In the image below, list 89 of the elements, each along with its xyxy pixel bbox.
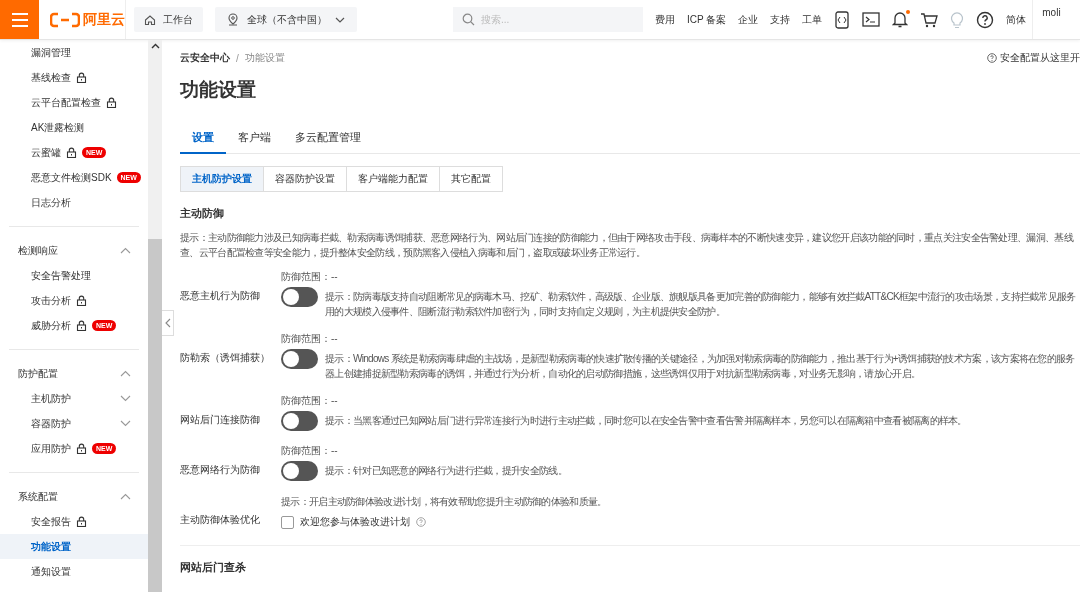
location-icon xyxy=(227,13,239,26)
tab[interactable]: 设置 xyxy=(180,126,226,154)
scrollbar[interactable] xyxy=(148,40,162,592)
logo-icon xyxy=(50,11,80,28)
language-link[interactable]: 简体 xyxy=(1000,12,1033,27)
sidebar-item[interactable]: 云平台配置检查 xyxy=(0,90,148,115)
hint-text: 提示：防病毒版支持自动阻断常见的病毒木马、挖矿、勒索软件，高级版、企业版、旗舰版具备更加完善的防御能力，能够有效拦截ATT&CK框架中流行的攻击场景，支持拦截常见服务 xyxy=(325,290,1076,304)
setting-label: 恶意网络行为防御 xyxy=(180,463,261,477)
sidebar-item[interactable]: 漏洞管理 xyxy=(0,40,148,65)
nav-link[interactable]: 企业 xyxy=(732,12,765,27)
sidebar-section-header[interactable]: 系统配置 xyxy=(0,484,148,509)
user-name[interactable]: moli xyxy=(1042,7,1061,18)
segment-tab[interactable]: 容器防护设置 xyxy=(263,167,346,191)
workbench-button[interactable]: 工作台 xyxy=(134,7,203,32)
toggle-switch[interactable] xyxy=(281,411,318,431)
lock-icon xyxy=(76,320,87,331)
hint-text: 提示：主动防御能力涉及已知病毒拦截、勒索病毒诱饵捕获、恶意网络行为、网站后门连接的防御能力，但由于网络攻击手段、病毒样本的不断快速变异，建议您开启该功能的同时，重点关注安全告警处理、漏洞、基线 xyxy=(180,231,1075,245)
hint-text: 器上创建捕捉新型勒索病毒的诱饵，并通过行为分析，自动化的启动防御措施，这些诱饵仅用于对抗新型勒索病毒，对业务无影响，请放心开启。 xyxy=(325,367,922,381)
lock-icon xyxy=(76,295,87,306)
mobile-icon[interactable] xyxy=(834,10,851,29)
notifications-button[interactable] xyxy=(892,11,909,28)
scope-text: 防御范围：-- xyxy=(281,332,339,346)
scope-text: 防御范围：-- xyxy=(281,270,339,284)
section-title: 网站后门查杀 xyxy=(180,560,247,575)
lock-icon xyxy=(76,72,87,83)
home-icon xyxy=(144,13,156,26)
sidebar-item[interactable]: 主机防护 xyxy=(0,386,148,411)
checkbox-label[interactable]: 欢迎您参与体验改进计划 xyxy=(300,515,410,529)
sidebar-item[interactable]: 容器防护 xyxy=(0,411,148,436)
lock-icon xyxy=(76,516,87,527)
bell-icon xyxy=(892,11,909,28)
scope-text: 防御范围：-- xyxy=(281,444,339,458)
scroll-up-icon[interactable] xyxy=(150,43,160,49)
sidebar-item[interactable]: 安全报告 xyxy=(0,509,148,534)
sidebar-item[interactable]: 功能设置 xyxy=(0,534,148,559)
setting-label: 防勒索（诱饵捕获） xyxy=(180,351,271,365)
segment-tab[interactable]: 主机防护设置 xyxy=(181,167,263,191)
brand-name: 阿里云 xyxy=(83,10,125,29)
nav-link[interactable]: ICP 备案 xyxy=(681,12,733,27)
nav-link[interactable]: 支持 xyxy=(764,12,797,27)
sidebar-item[interactable]: 攻击分析 xyxy=(0,288,148,313)
notification-dot xyxy=(906,10,911,14)
help-icon[interactable] xyxy=(976,10,995,29)
collapse-sidebar-button[interactable] xyxy=(162,310,174,336)
menu-icon xyxy=(11,12,28,27)
tab[interactable]: 多云配置管理 xyxy=(283,126,373,154)
chevron-left-icon xyxy=(164,318,171,328)
toggle-switch[interactable] xyxy=(281,287,318,307)
segment-tab[interactable]: 其它配置 xyxy=(439,167,502,191)
hint-text: 提示：当黑客通过已知网站后门进行异常连接行为时进行主动拦截，同时您可以在安全告警中查看告警并隔离样本，另您可以在隔离箱中查看被隔离的样本。 xyxy=(325,414,967,428)
breadcrumb-separator: / xyxy=(236,52,239,64)
menu-button[interactable] xyxy=(0,0,39,39)
help-link[interactable]: 安全配置从这里开 xyxy=(987,51,1080,65)
tab[interactable]: 客户端 xyxy=(226,126,283,154)
segment-tab[interactable]: 客户端能力配置 xyxy=(346,167,439,191)
nav-link[interactable]: 工单 xyxy=(796,12,829,27)
lock-icon xyxy=(106,97,117,108)
section-title: 主动防御 xyxy=(180,206,225,221)
setting-label: 主动防御体验优化 xyxy=(180,513,261,527)
hint-text: 提示：Windows 系统是勒索病毒肆虐的主战场，是新型勒索病毒的快速扩散传播的关键途径，为加强对勒索病毒的防御能力，推出基于行为+诱饵捕获的技术方案，该方案将在您的服务 xyxy=(325,352,1075,366)
terminal-icon[interactable] xyxy=(862,12,881,27)
chevron-down-icon xyxy=(335,16,345,23)
breadcrumb-link[interactable]: 云安全中心 xyxy=(180,51,230,65)
setting-label: 网站后门连接防御 xyxy=(180,413,261,427)
nav-link[interactable]: 费用 xyxy=(649,12,681,27)
hint-text: 提示：开启主动防御体验改进计划，将有效帮助您提升主动防御的体验和质量。 xyxy=(281,495,607,509)
sidebar-section-header[interactable]: 防护配置 xyxy=(0,361,148,386)
sidebar-item[interactable]: 基线检查 xyxy=(0,65,148,90)
sidebar-section-header[interactable]: 检测响应 xyxy=(0,238,148,263)
lock-icon xyxy=(66,147,77,158)
hint-text: 提示：针对已知恶意的网络行为进行拦截，提升安全防线。 xyxy=(325,464,567,478)
sidebar-item[interactable]: 通知设置 xyxy=(0,559,148,584)
toggle-switch[interactable] xyxy=(281,461,318,481)
sidebar-item[interactable]: 安全告警处理 xyxy=(0,263,148,288)
sidebar-item[interactable]: AK泄露检测 xyxy=(0,115,148,140)
hint-text: 用的大规模入侵事件、阻断流行勒索软件加密行为，同时支持自定义规则，为主机提供安全防护。 xyxy=(325,305,726,319)
setting-label: 恶意主机行为防御 xyxy=(180,289,261,303)
help-icon xyxy=(987,53,997,63)
lock-icon xyxy=(76,443,87,454)
page-title: 功能设置 xyxy=(180,78,257,102)
hint-text: 查、云平台配置检查等安全能力，提升整体安全防线，预防黑客入侵植入病毒和后门，盗取或破坏业务正常运行。 xyxy=(180,246,646,260)
scope-text: 防御范围：-- xyxy=(281,394,339,408)
sidebar-item[interactable]: 日志分析 xyxy=(0,190,148,215)
breadcrumb-link[interactable]: 功能设置 xyxy=(244,51,285,65)
toggle-switch[interactable] xyxy=(281,349,318,369)
search-icon xyxy=(462,13,475,26)
checkbox[interactable] xyxy=(281,515,294,529)
region-selector[interactable]: 全球（不含中国） xyxy=(215,7,357,32)
cart-icon[interactable] xyxy=(920,11,939,28)
